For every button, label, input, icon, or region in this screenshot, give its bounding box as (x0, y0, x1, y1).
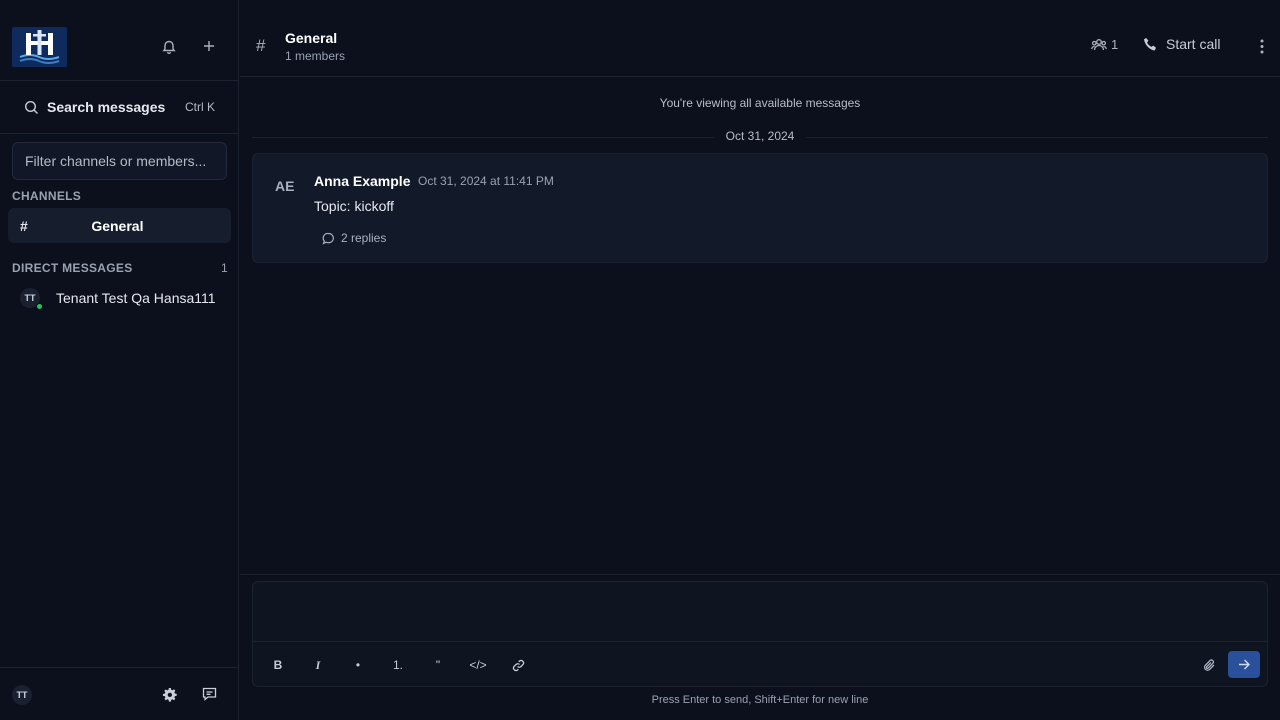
user-avatar-initials: TT (16, 690, 28, 700)
start-call-button[interactable]: Start call (1143, 36, 1220, 52)
main-panel: # General 1 members 1 Start call You're … (240, 0, 1280, 720)
add-plus-icon[interactable] (199, 36, 219, 56)
direct-messages-count: 1 (221, 261, 228, 275)
message-text: Topic: kickoff (314, 198, 394, 214)
thread-replies-count: 2 replies (341, 231, 387, 245)
channel-item-general[interactable]: # General (8, 208, 231, 243)
online-status-indicator (36, 303, 43, 310)
notifications-bell-icon[interactable] (159, 36, 179, 56)
send-button[interactable] (1228, 651, 1260, 678)
message-author-name: Anna Example (314, 173, 411, 189)
attach-paperclip-icon[interactable] (1199, 655, 1219, 675)
filter-channels-input[interactable] (12, 142, 227, 180)
search-shortcut-hint: Ctrl K (185, 100, 215, 114)
thread-replies-button[interactable]: 2 replies (322, 231, 386, 245)
dm-name: Tenant Test Qa Hansa111 (56, 290, 216, 306)
message-author-avatar: AE (275, 178, 295, 194)
start-call-label: Start call (1166, 36, 1221, 52)
composer-area: B I • 1. " </> Press Enter to send, Shif… (240, 574, 1280, 720)
user-avatar[interactable]: TT (12, 685, 32, 705)
avatar-initials: TT (24, 293, 36, 303)
message-composer: B I • 1. " </> (252, 581, 1268, 687)
members-button[interactable]: 1 (1091, 37, 1118, 52)
italic-button[interactable]: I (307, 655, 329, 675)
channel-member-count: 1 members (285, 49, 346, 63)
composer-hint: Press Enter to send, Shift+Enter for new… (651, 694, 869, 706)
dm-item-tenant-test[interactable]: TT Tenant Test Qa Hansa111 (12, 285, 231, 311)
message-input[interactable] (253, 582, 1267, 642)
channel-hash-icon: # (20, 217, 28, 234)
arrow-right-icon (1239, 659, 1250, 670)
avatar: TT (20, 288, 43, 310)
date-separator-label: Oct 31, 2024 (713, 129, 807, 143)
quote-button[interactable]: " (427, 655, 449, 675)
search-messages-label: Search messages (47, 99, 166, 115)
sidebar: Search messages Ctrl K CHANNELS # Genera… (0, 0, 239, 720)
search-icon (24, 100, 38, 114)
viewing-all-notice: You're viewing all available messages (659, 96, 861, 110)
channel-title: General (285, 30, 338, 46)
message-item[interactable]: AE Anna Example Oct 31, 2024 at 11:41 PM… (252, 153, 1268, 263)
divider (0, 133, 239, 134)
more-options-icon[interactable] (1252, 36, 1272, 56)
channel-hash-icon: # (256, 36, 266, 55)
members-icon (1091, 39, 1107, 51)
channel-name: General (91, 217, 144, 234)
bullet-list-button[interactable]: • (347, 655, 369, 675)
settings-gear-icon[interactable] (160, 685, 178, 703)
code-button[interactable]: </> (464, 655, 492, 675)
numbered-list-button[interactable]: 1. (387, 655, 409, 675)
feedback-chat-icon[interactable] (200, 685, 218, 703)
direct-messages-heading: DIRECT MESSAGES (12, 261, 133, 275)
message-timestamp: Oct 31, 2024 at 11:41 PM (418, 174, 554, 188)
members-count: 1 (1111, 37, 1119, 52)
date-separator: Oct 31, 2024 (252, 128, 1268, 146)
reply-bubble-icon (322, 232, 334, 245)
bold-button[interactable]: B (267, 655, 289, 675)
link-icon[interactable] (507, 655, 529, 675)
workspace-logo[interactable] (12, 27, 67, 67)
channel-header: # General 1 members 1 Start call (240, 0, 1280, 77)
sidebar-footer: TT (0, 667, 239, 720)
channels-heading: CHANNELS (12, 189, 82, 203)
formatting-toolbar: B I • 1. " </> (253, 643, 1267, 687)
search-messages-button[interactable]: Search messages Ctrl K (0, 81, 239, 133)
phone-icon (1144, 37, 1156, 50)
